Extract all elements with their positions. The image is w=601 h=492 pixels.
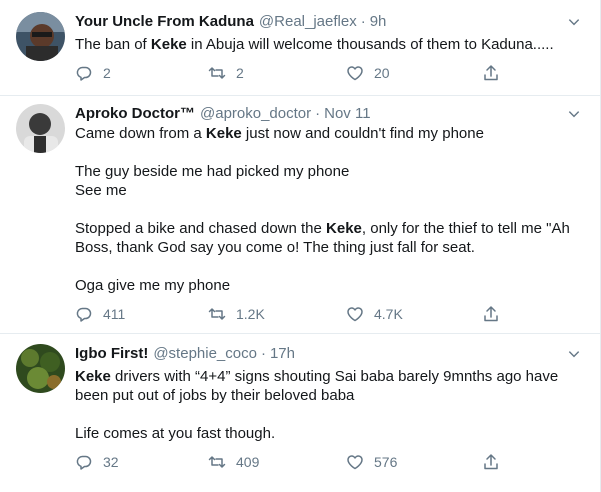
reply-count: 32	[103, 454, 119, 470]
timestamp[interactable]: 9h	[370, 13, 387, 30]
text-segment: The guy beside me had picked my phone	[75, 163, 350, 180]
retweet-count: 1.2K	[236, 306, 265, 322]
tweet-actions: 32 409 576	[75, 452, 505, 472]
text-segment: Came down from a	[75, 125, 206, 142]
text-segment: The ban of	[75, 36, 151, 53]
like-count: 576	[374, 454, 398, 470]
like-button[interactable]: 20	[346, 63, 390, 83]
tweet-text-line: been put out of jobs by their beloved ba…	[75, 386, 585, 405]
text-segment: Stopped a bike and chased down the	[75, 220, 327, 237]
like-count: 20	[374, 65, 390, 81]
reply-icon	[76, 66, 92, 81]
text-segment: Life comes at you fast though.	[75, 425, 276, 442]
author-handle[interactable]: @aproko_doctor	[200, 105, 311, 122]
reply-icon	[76, 307, 92, 322]
text-segment: just now and couldn't find my phone	[241, 125, 484, 142]
share-icon	[484, 306, 498, 322]
retweet-count: 409	[236, 454, 260, 470]
text-segment: See me	[75, 182, 127, 199]
retweet-button[interactable]: 1.2K	[208, 304, 265, 324]
author-handle[interactable]: @stephie_coco	[153, 345, 257, 362]
tweet-text-line: See me	[75, 181, 585, 200]
reply-icon	[76, 455, 92, 470]
tweet-text-line: Oga give me my phone	[75, 276, 585, 295]
tweet-header: Aproko Doctor™ @aproko_doctor · Nov 11	[75, 102, 371, 124]
tweet-text-line: Keke drivers with “4+4” signs shouting S…	[75, 367, 585, 386]
timeline-feed: Your Uncle From Kaduna @Real_jaeflex · 9…	[0, 0, 601, 492]
text-segment: drivers with “4+4” signs shouting Sai ba…	[110, 368, 559, 385]
keyword-highlight: Keke	[75, 368, 111, 385]
tweet-text-line: Boss, thank God say you come o! The thin…	[75, 238, 585, 257]
heart-icon	[347, 66, 363, 81]
tweet-text: The ban of Keke in Abuja will welcome th…	[75, 35, 585, 54]
tweet-actions: 411 1.2K 4.7K	[75, 304, 505, 324]
share-button[interactable]	[482, 304, 500, 324]
text-segment: Boss, thank God say you come o! The thin…	[75, 239, 475, 256]
retweet-button[interactable]: 409	[208, 452, 259, 472]
tweet-text: Came down from a Keke just now and could…	[75, 124, 585, 295]
like-count: 4.7K	[374, 306, 403, 322]
tweet-text-line: Life comes at you fast though.	[75, 424, 585, 443]
keyword-highlight: Keke	[150, 36, 187, 53]
text-segment: in Abuja will welcome thousands of them …	[186, 36, 554, 53]
author-name[interactable]: Igbo First!	[75, 345, 148, 362]
separator: ·	[315, 104, 321, 122]
timestamp[interactable]: Nov 11	[324, 105, 370, 122]
reply-count: 411	[103, 306, 126, 322]
tweet-text-line: The ban of Keke in Abuja will welcome th…	[75, 35, 585, 54]
like-button[interactable]: 576	[346, 452, 397, 472]
text-segment: , only for the thief to tell me "Ah	[361, 220, 570, 237]
keyword-highlight: Keke	[326, 220, 362, 237]
retweet-icon	[208, 456, 226, 468]
avatar[interactable]	[16, 344, 65, 393]
chevron-down-icon[interactable]	[565, 105, 583, 123]
chevron-down-icon[interactable]	[565, 13, 583, 31]
share-icon	[484, 65, 498, 81]
tweet-text: Keke drivers with “4+4” signs shouting S…	[75, 367, 585, 443]
reply-button[interactable]: 32	[75, 452, 119, 472]
tweet-header: Igbo First! @stephie_coco · 17h	[75, 342, 295, 364]
share-button[interactable]	[482, 63, 500, 83]
tweet-text-line: Came down from a Keke just now and could…	[75, 124, 585, 143]
retweet-button[interactable]: 2	[208, 63, 244, 83]
author-name[interactable]: Aproko Doctor™	[75, 105, 195, 122]
avatar[interactable]	[16, 12, 65, 61]
tweet[interactable]: Your Uncle From Kaduna @Real_jaeflex · 9…	[0, 0, 600, 96]
tweet[interactable]: Igbo First! @stephie_coco · 17h Keke dri…	[0, 334, 600, 492]
text-segment: Oga give me my phone	[75, 277, 231, 294]
heart-icon	[347, 307, 363, 322]
tweet-text-line: The guy beside me had picked my phone	[75, 162, 585, 181]
avatar[interactable]	[16, 104, 65, 153]
tweet[interactable]: Aproko Doctor™ @aproko_doctor · Nov 11 C…	[0, 96, 600, 334]
reply-count: 2	[103, 65, 111, 81]
separator: ·	[260, 344, 266, 362]
reply-button[interactable]: 2	[75, 63, 111, 83]
retweet-icon	[208, 308, 226, 320]
chevron-down-icon[interactable]	[565, 345, 583, 363]
timestamp[interactable]: 17h	[270, 345, 295, 362]
keyword-highlight: Keke	[205, 125, 242, 142]
tweet-text-line: Stopped a bike and chased down the Keke,…	[75, 219, 585, 238]
reply-button[interactable]: 411	[75, 304, 125, 324]
author-name[interactable]: Your Uncle From Kaduna	[75, 13, 254, 30]
share-icon	[484, 454, 498, 470]
text-segment: been put out of jobs by their beloved ba…	[75, 387, 355, 404]
tweet-actions: 2 2 20	[75, 63, 505, 83]
separator: ·	[360, 12, 366, 30]
heart-icon	[347, 455, 363, 470]
like-button[interactable]: 4.7K	[346, 304, 403, 324]
retweet-icon	[208, 67, 226, 79]
tweet-header: Your Uncle From Kaduna @Real_jaeflex · 9…	[75, 10, 386, 32]
share-button[interactable]	[482, 452, 500, 472]
retweet-count: 2	[236, 65, 244, 81]
author-handle[interactable]: @Real_jaeflex	[259, 13, 357, 30]
